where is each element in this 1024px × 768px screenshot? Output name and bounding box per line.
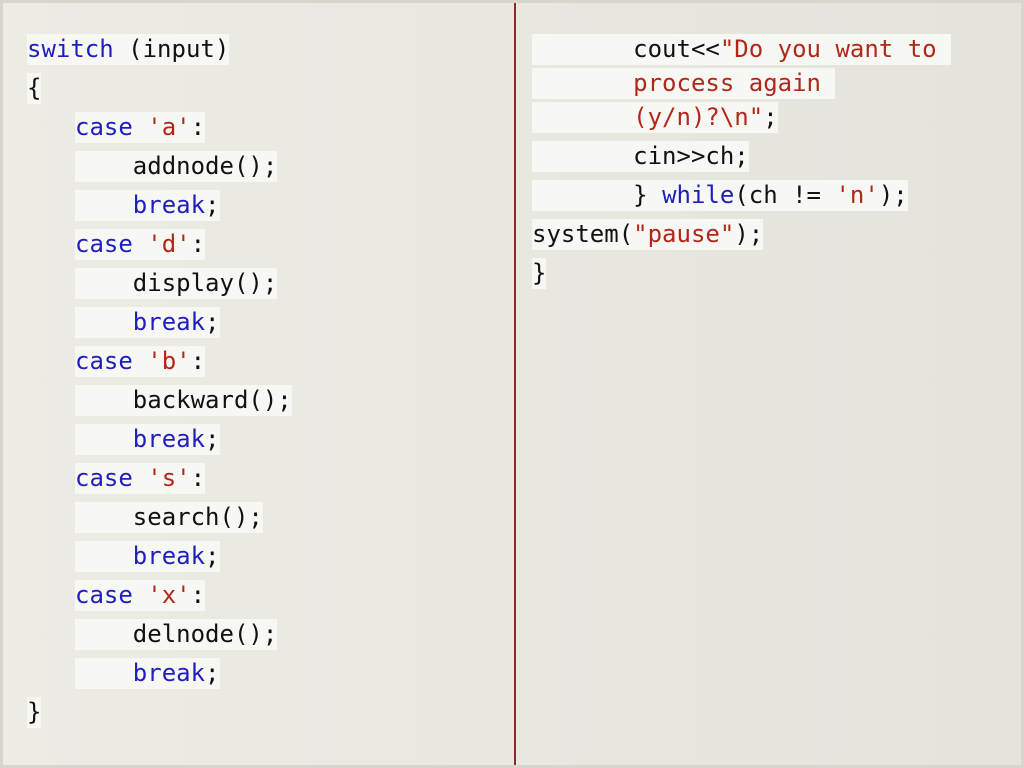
code-line-break-d: break; (75, 307, 220, 338)
code-line-search: search(); (75, 502, 263, 533)
code-line-delnode: delnode(); (75, 619, 278, 650)
code-line-final-brace: } (532, 258, 547, 289)
code-text: display(); (132, 269, 278, 297)
code-line-close-brace: } (27, 697, 42, 728)
switch-code-block: switch (input) { case 'a': addnode(); br… (27, 34, 497, 736)
code-line-break-x: break; (75, 658, 220, 689)
code-text: system( (532, 220, 634, 248)
code-keyword: case (75, 581, 133, 609)
code-line-addnode: addnode(); (75, 151, 278, 182)
code-string: 'n' (835, 181, 879, 209)
code-string: 'b' (147, 347, 191, 375)
code-text: ); (878, 181, 908, 209)
code-text: } (532, 259, 547, 287)
code-line-cout: cout<<"Do you want to (532, 34, 952, 65)
code-line-prompt-wrap-1: process again (532, 68, 836, 99)
code-text: { (27, 74, 42, 102)
code-text: (input) (113, 35, 230, 63)
code-slide: switch (input) { case 'a': addnode(); br… (0, 0, 1024, 768)
code-line-while: } while(ch != 'n'); (532, 180, 908, 211)
code-line-case-x: case 'x': (75, 580, 206, 611)
code-line-display: display(); (75, 268, 278, 299)
code-string: "pause" (633, 220, 735, 248)
code-line-break-s: break; (75, 541, 220, 572)
code-text: : (190, 581, 206, 609)
code-text: } (27, 698, 42, 726)
code-line-break-a: break; (75, 190, 220, 221)
column-divider (514, 3, 516, 765)
code-string: (y/n)?\n" (633, 103, 764, 131)
code-line-system: system("pause"); (532, 219, 764, 250)
code-text: : (190, 347, 206, 375)
code-text: cout<< (633, 35, 720, 63)
code-string: process again (633, 69, 836, 97)
code-string: 'x' (147, 581, 191, 609)
do-while-code-block: cout<<"Do you want to process again (y/n… (532, 34, 1002, 297)
code-keyword: while (662, 181, 735, 209)
code-keyword: case (75, 347, 133, 375)
code-keyword: break (132, 191, 206, 219)
code-line-case-s: case 's': (75, 463, 206, 494)
code-line-case-a: case 'a': (75, 112, 206, 143)
code-string: 'd' (147, 230, 191, 258)
code-keyword: break (132, 542, 206, 570)
code-text: ; (205, 191, 220, 219)
code-text: ; (205, 659, 220, 687)
code-keyword: switch (27, 35, 114, 63)
code-text: ; (205, 308, 220, 336)
code-text: : (190, 230, 206, 258)
code-text: cin>>ch; (633, 142, 749, 170)
code-text: ; (763, 103, 778, 131)
code-text: search(); (132, 503, 263, 531)
code-line-cin: cin>>ch; (532, 141, 749, 172)
code-text: } (633, 181, 663, 209)
code-keyword: break (132, 659, 206, 687)
code-string: 'a' (147, 113, 191, 141)
code-line-break-b: break; (75, 424, 220, 455)
code-line-prompt-wrap-2: (y/n)?\n"; (532, 102, 778, 133)
code-keyword: case (75, 464, 133, 492)
code-line-case-d: case 'd': (75, 229, 206, 260)
code-text: ); (734, 220, 764, 248)
code-keyword: break (132, 308, 206, 336)
code-text: addnode(); (132, 152, 278, 180)
code-text: backward(); (132, 386, 292, 414)
code-text: : (190, 113, 206, 141)
code-string: 's' (147, 464, 191, 492)
code-text: : (190, 464, 206, 492)
code-line-case-b: case 'b': (75, 346, 206, 377)
code-text: delnode(); (132, 620, 278, 648)
code-keyword: case (75, 113, 133, 141)
code-line-switch: switch (input) (27, 34, 230, 65)
code-string: "Do you want to (719, 35, 952, 63)
code-text: ; (205, 542, 220, 570)
code-keyword: case (75, 230, 133, 258)
code-text: ; (205, 425, 220, 453)
code-line-open-brace: { (27, 73, 42, 104)
code-line-backward: backward(); (75, 385, 292, 416)
code-text: (ch != (734, 181, 836, 209)
code-keyword: break (132, 425, 206, 453)
